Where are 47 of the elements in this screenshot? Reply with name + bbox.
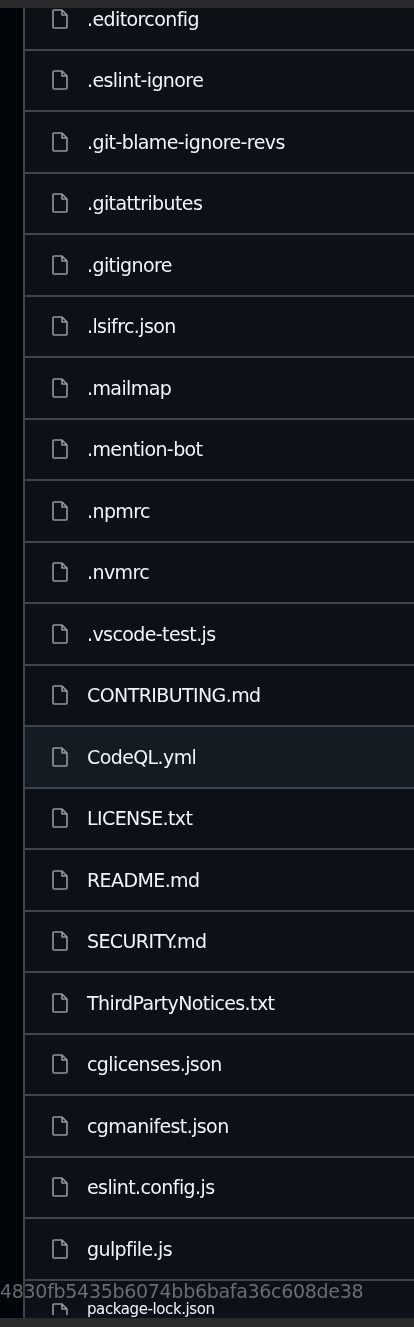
file-name[interactable]: README.md [87, 865, 200, 894]
file-icon [52, 254, 68, 275]
file-icon [52, 1054, 68, 1075]
file-name[interactable]: .gitignore [87, 250, 172, 279]
file-name[interactable]: ThirdPartyNotices.txt [87, 988, 275, 1017]
file-icon [52, 316, 68, 337]
file-name[interactable]: .lsifrc.json [87, 312, 176, 341]
file-icon [52, 869, 68, 890]
file-name[interactable]: cglicenses.json [87, 1050, 222, 1079]
file-name[interactable]: eslint.config.js [87, 1173, 215, 1202]
file-name[interactable]: CodeQL.yml [87, 742, 197, 771]
file-icon [52, 808, 68, 829]
file-icon [52, 500, 68, 521]
file-icon [52, 193, 68, 214]
file-name[interactable]: .mention-bot [87, 435, 203, 464]
file-icon [52, 131, 68, 152]
file-name[interactable]: .editorconfig [87, 8, 199, 33]
file-name[interactable]: gulpfile.js [87, 1234, 172, 1263]
file-icon [52, 562, 68, 583]
file-name[interactable]: .nvmrc [87, 558, 150, 587]
file-name[interactable]: .gitattributes [87, 189, 203, 218]
file-icon [52, 1302, 68, 1315]
file-icon [52, 1177, 68, 1198]
file-icon [52, 70, 68, 91]
file-icon [52, 1115, 68, 1136]
file-name[interactable]: LICENSE.txt [87, 804, 193, 833]
file-icon [52, 8, 68, 29]
file-icon [52, 931, 68, 952]
file-icon [52, 377, 68, 398]
file-name[interactable]: .git-blame-ignore-revs [87, 127, 285, 156]
file-row[interactable]: CodeQL.yml [25, 727, 414, 789]
file-icon [52, 439, 68, 460]
file-icon [52, 992, 68, 1013]
file-icon [52, 685, 68, 706]
file-name[interactable]: CONTRIBUTING.md [87, 681, 261, 710]
file-row[interactable]: .editorconfig [25, 8, 414, 51]
file-name[interactable]: package-lock.json [87, 1299, 215, 1318]
file-name[interactable]: .npmrc [87, 496, 150, 525]
file-name[interactable]: .eslint-ignore [87, 66, 204, 95]
file-name[interactable]: .vscode-test.js [87, 619, 216, 648]
file-name[interactable]: cgmanifest.json [87, 1111, 229, 1140]
commit-hash: 4830fb5435b6074bb6bafa36c608de38 [0, 1281, 364, 1300]
file-icon [52, 746, 68, 767]
file-name[interactable]: SECURITY.md [87, 927, 207, 956]
file-icon [52, 1238, 68, 1259]
file-icon [52, 623, 68, 644]
file-name[interactable]: .mailmap [87, 373, 172, 402]
